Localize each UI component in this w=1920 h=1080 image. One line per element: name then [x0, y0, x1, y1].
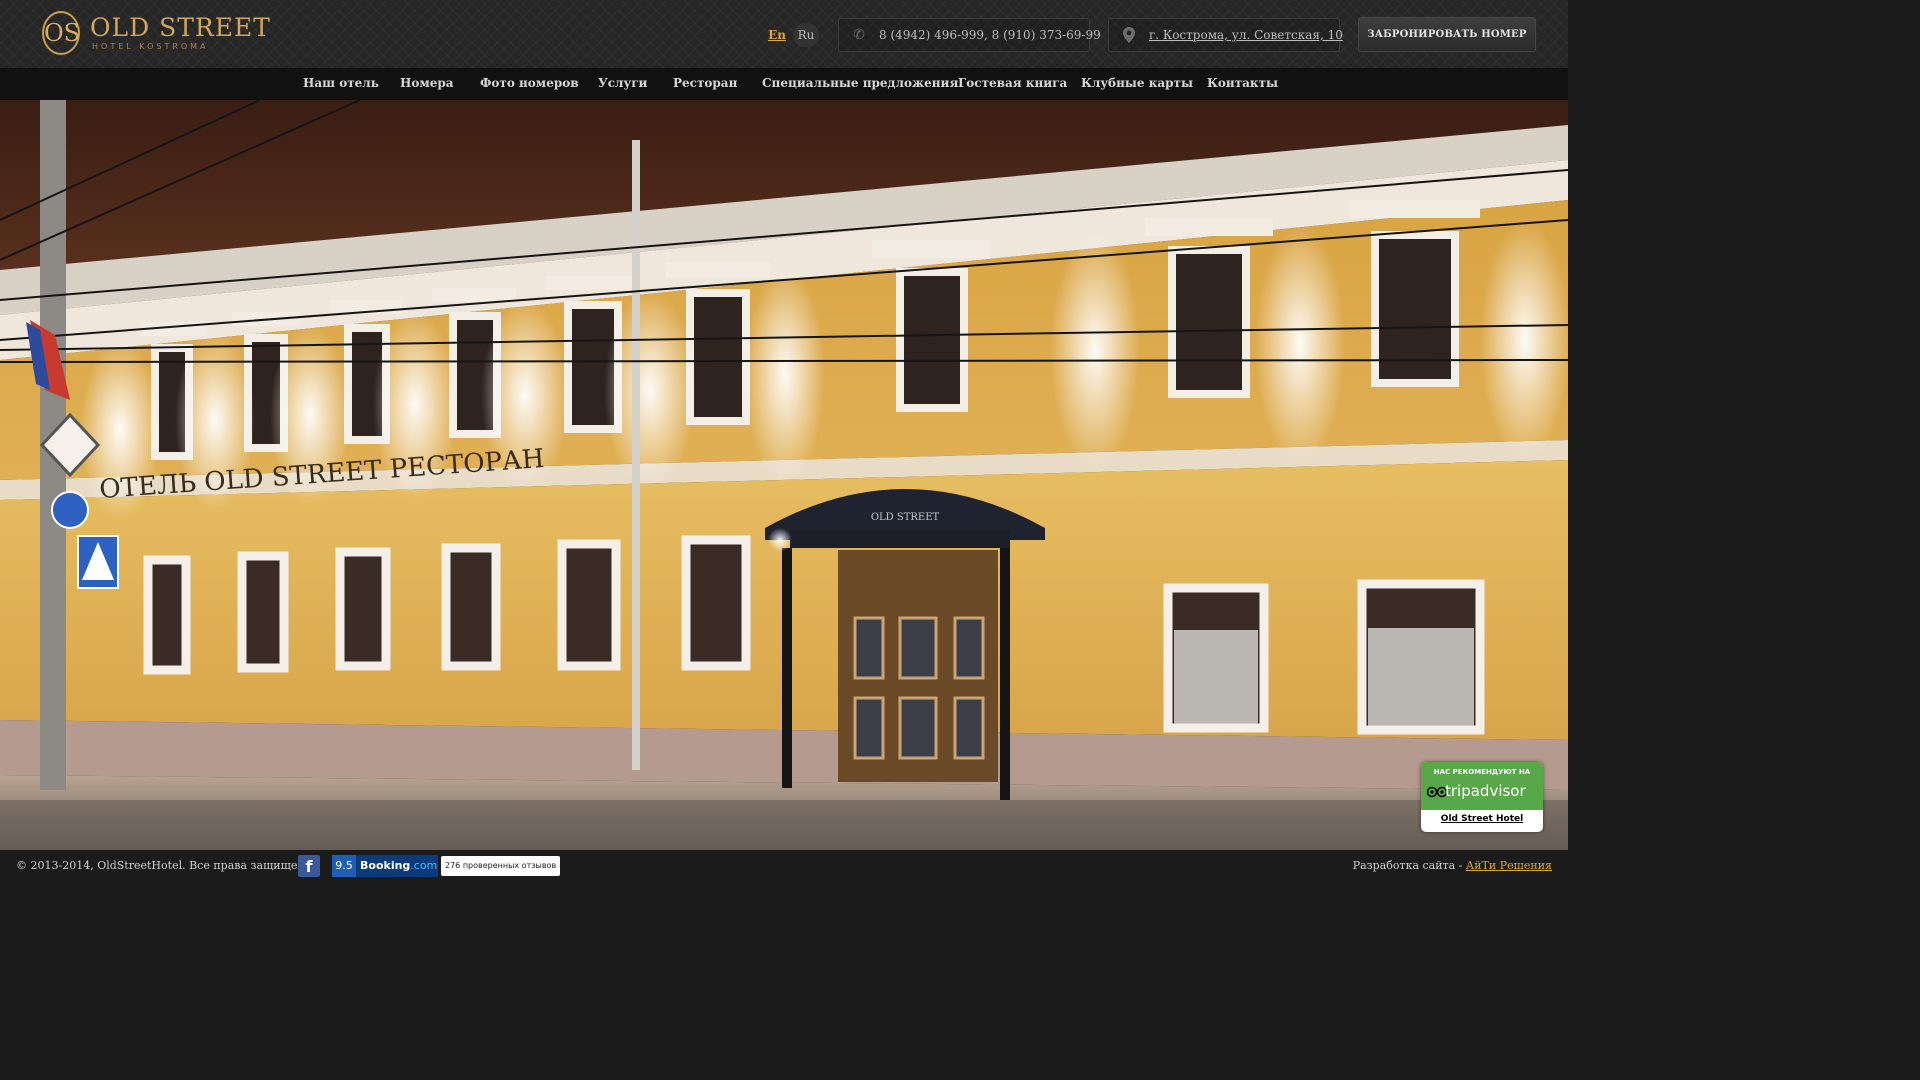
tripadvisor-hotel-link[interactable]: Old Street Hotel	[1421, 814, 1543, 824]
nav-item-rooms[interactable]: Номера	[400, 76, 454, 90]
booking-score: 9.5	[332, 855, 356, 877]
tripadvisor-recommend-text: НАС РЕКОМЕНДУЮТ НА	[1433, 768, 1531, 776]
hero-photo: ОТЕЛЬ OLD STREET РЕСТОРАН OLD STREET	[0, 100, 1568, 850]
nav-item-services[interactable]: Услуги	[598, 76, 647, 90]
logo-name: OLD STREET	[90, 13, 271, 42]
map-pin-icon	[1121, 27, 1137, 43]
nav-item-restaurant[interactable]: Ресторан	[673, 76, 737, 90]
nav-item-special-offers[interactable]: Специальные предложения	[762, 76, 958, 90]
developer-prefix: Разработка сайта -	[1352, 859, 1466, 872]
developer-link[interactable]: АйТи Решения	[1466, 859, 1552, 872]
tripadvisor-brand: tripadvisor	[1445, 782, 1526, 800]
nav-item-contacts[interactable]: Контакты	[1207, 76, 1278, 90]
main-navigation: Наш отель Номера Фото номеров Услуги Рес…	[0, 68, 1568, 100]
tripadvisor-badge[interactable]: НАС РЕКОМЕНДУЮТ НА tripadvisor Old Stree…	[1421, 762, 1543, 832]
booking-badge[interactable]: 9.5 Booking.com	[332, 855, 438, 877]
logo-monogram: OS	[44, 19, 81, 47]
address-link[interactable]: г. Кострома, ул. Советская, 10	[1149, 28, 1343, 42]
facebook-icon[interactable]: f	[298, 855, 320, 877]
booking-logo: Booking.com	[360, 859, 438, 872]
nav-item-guestbook[interactable]: Гостевая книга	[958, 76, 1067, 90]
nav-item-our-hotel[interactable]: Наш отель	[303, 76, 379, 90]
tripadvisor-header: НАС РЕКОМЕНДУЮТ НА tripadvisor	[1421, 762, 1543, 810]
copyright-text: © 2013-2014, OldStreetHotel. Все права з…	[16, 859, 317, 872]
logo-emblem-icon: OS	[42, 11, 80, 55]
header-bar: OS OLD STREET HOTEL KOSTROMA En Ru ✆ 8 (…	[0, 0, 1568, 68]
nav-item-room-photos[interactable]: Фото номеров	[480, 76, 579, 90]
nav-item-club-cards[interactable]: Клубные карты	[1081, 76, 1193, 90]
language-ru-link[interactable]: Ru	[793, 23, 819, 47]
address-box: г. Кострома, ул. Советская, 10	[1108, 18, 1343, 52]
logo-subtitle: HOTEL KOSTROMA	[92, 42, 209, 51]
tripadvisor-owl-icon	[1427, 786, 1447, 798]
language-en-link[interactable]: En	[764, 23, 790, 47]
hotel-logo[interactable]: OS OLD STREET HOTEL KOSTROMA	[42, 11, 270, 57]
phone-box: ✆ 8 (4942) 496-999, 8 (910) 373-69-99	[838, 18, 1101, 52]
booking-reviews-count[interactable]: 276 проверенных отзывов	[441, 856, 561, 876]
phone-numbers: 8 (4942) 496-999, 8 (910) 373-69-99	[879, 28, 1101, 42]
footer-bar: © 2013-2014, OldStreetHotel. Все права з…	[0, 850, 1568, 881]
hotel-facade-illustration: ОТЕЛЬ OLD STREET РЕСТОРАН OLD STREET	[0, 100, 1568, 850]
book-room-button[interactable]: ЗАБРОНИРОВАТЬ НОМЕР	[1358, 17, 1536, 52]
developer-credit: Разработка сайта - АйТи Решения	[1353, 859, 1552, 872]
canopy-sign-text: OLD STREET	[871, 512, 940, 523]
phone-icon: ✆	[853, 27, 865, 43]
